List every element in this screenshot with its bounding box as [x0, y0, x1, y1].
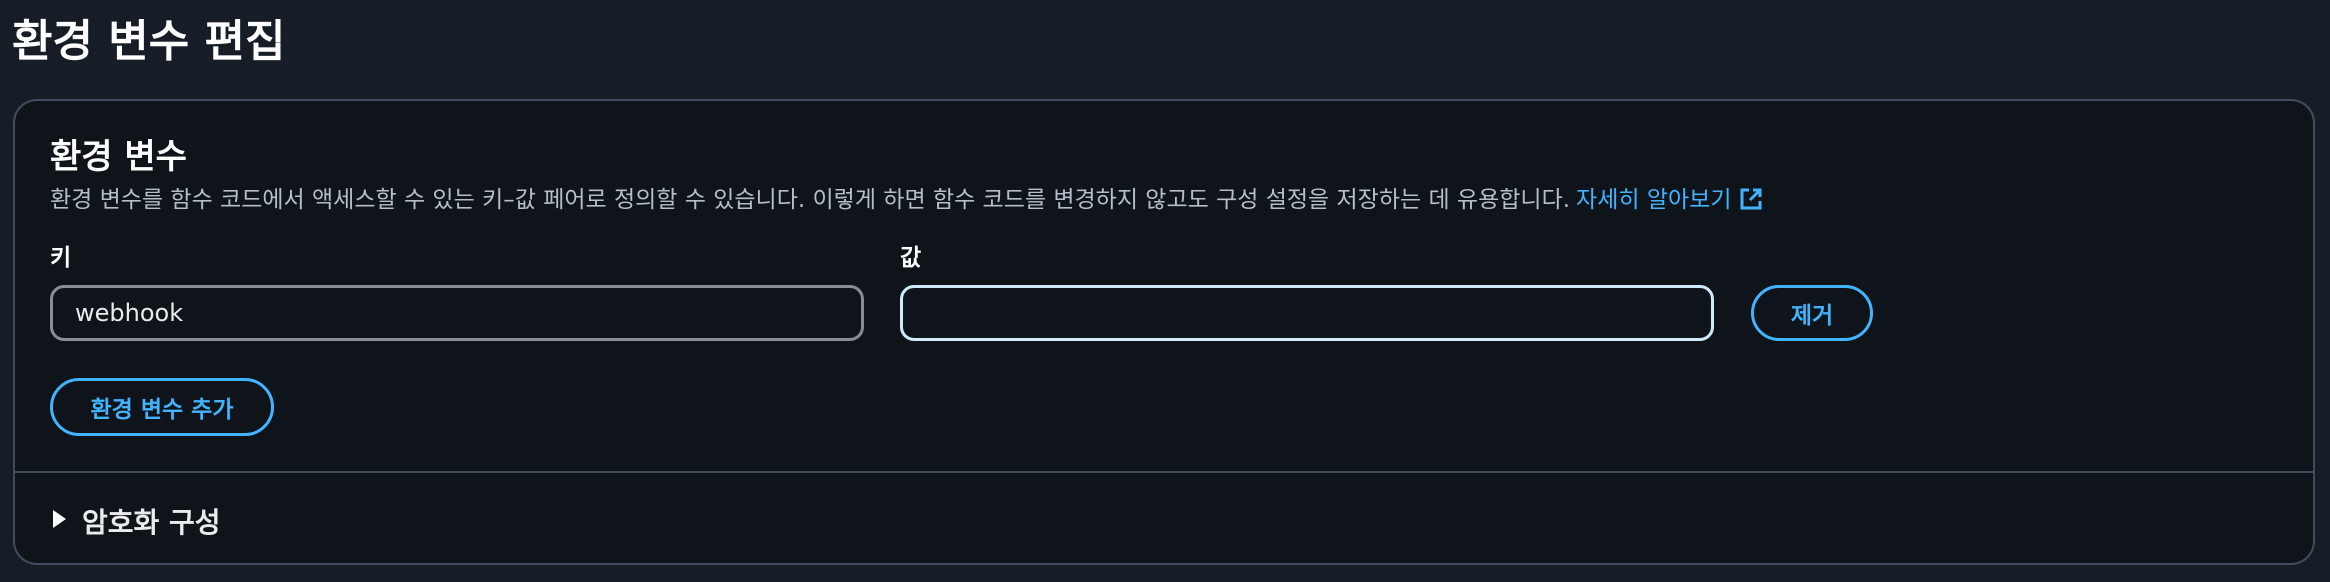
value-input[interactable]	[900, 285, 1714, 341]
key-label: 키	[50, 245, 72, 271]
description-text: 환경 변수를 함수 코드에서 액세스할 수 있는 키–값 페어로 정의할 수 있…	[50, 187, 1571, 213]
add-environment-variable-button[interactable]: 환경 변수 추가	[50, 378, 274, 436]
page-title: 환경 변수 편집	[12, 16, 286, 67]
divider	[15, 471, 2313, 473]
caret-right-icon	[50, 508, 68, 534]
encryption-config-expander[interactable]: 암호화 구성	[50, 499, 221, 543]
learn-more-label: 자세히 알아보기	[1576, 187, 1732, 213]
panel-description: 환경 변수를 함수 코드에서 액세스할 수 있는 키–값 페어로 정의할 수 있…	[50, 183, 1763, 221]
environment-variables-panel: 환경 변수 환경 변수를 함수 코드에서 액세스할 수 있는 키–값 페어로 정…	[13, 99, 2315, 565]
encryption-config-label: 암호화 구성	[82, 506, 221, 539]
external-link-icon	[1739, 187, 1763, 221]
value-label: 값	[900, 245, 922, 271]
panel-title: 환경 변수	[50, 137, 187, 177]
learn-more-link[interactable]: 자세히 알아보기	[1576, 187, 1763, 213]
key-input[interactable]	[50, 285, 864, 341]
remove-button[interactable]: 제거	[1751, 285, 1873, 341]
